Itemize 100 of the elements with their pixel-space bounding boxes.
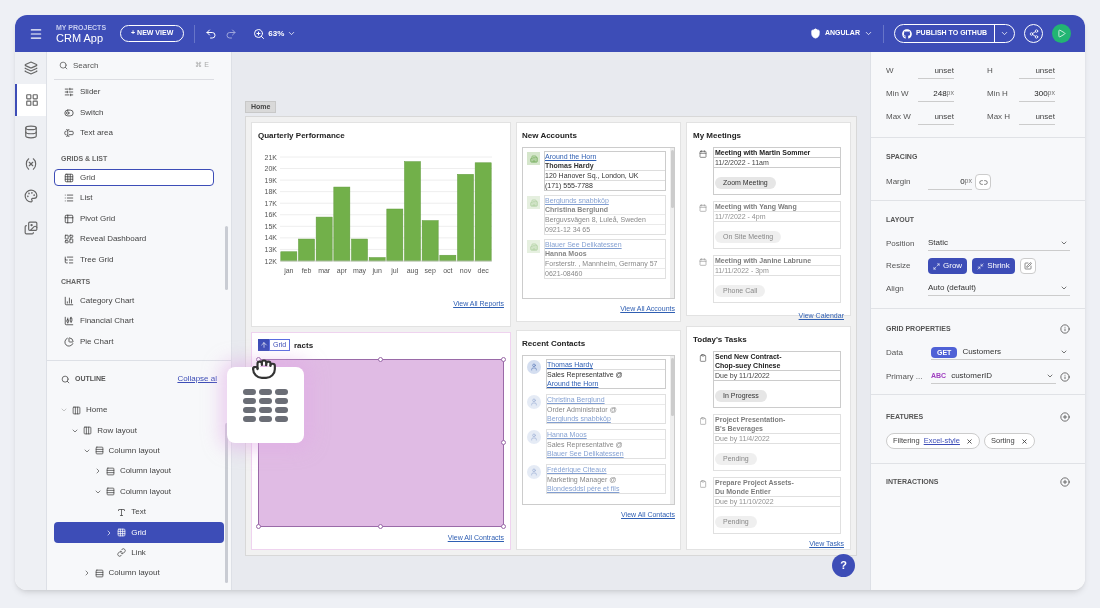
field-label: Position (886, 237, 916, 250)
github-icon (901, 28, 912, 39)
avatar (527, 395, 541, 409)
chevron-icon (1060, 284, 1068, 292)
collapse-all-link[interactable]: Collapse al (177, 373, 217, 385)
building-icon (527, 196, 540, 209)
card-title: Today's Tasks (693, 335, 748, 345)
position-select[interactable]: Static (928, 236, 1070, 251)
layout-icon (72, 405, 81, 415)
field-label: Primary ... (886, 370, 924, 383)
avatar (527, 360, 541, 374)
component-item[interactable]: Text area (54, 124, 214, 142)
menu-icon[interactable] (29, 26, 43, 41)
remove-icon[interactable] (1020, 437, 1028, 445)
shrink-button[interactable]: Shrink (972, 258, 1015, 274)
component-item[interactable]: List (54, 189, 214, 207)
building-icon (527, 152, 540, 165)
size-field[interactable]: unset (918, 109, 954, 125)
clipboard-icon (699, 354, 707, 362)
calendar-icon (699, 258, 707, 266)
field-label: H (987, 65, 994, 77)
zoom-dropdown[interactable]: 63% (253, 27, 297, 40)
component-icon (64, 128, 74, 139)
component-item[interactable]: Switch (54, 104, 214, 122)
outline-item[interactable]: Text (54, 501, 224, 523)
outline-item[interactable]: Column layout (54, 440, 224, 462)
outline-item[interactable]: Home (54, 400, 224, 421)
zoom-icon (253, 27, 266, 40)
edit-button[interactable] (1019, 258, 1036, 274)
chevron-icon (1046, 372, 1054, 380)
resize-handle[interactable] (501, 524, 506, 529)
layout-icon (94, 568, 104, 578)
component-icon (64, 107, 74, 118)
share-icon (1028, 28, 1039, 39)
shield-icon (809, 28, 821, 39)
field-label: Min H (987, 88, 1009, 100)
component-icon (64, 316, 74, 327)
card-title: New Accounts (522, 131, 578, 141)
component-item[interactable]: Reveal Dashboard (54, 230, 214, 248)
component-item[interactable]: Grid (54, 169, 214, 187)
run-button[interactable] (1052, 24, 1071, 43)
outline-item[interactable]: Link (54, 542, 224, 564)
avatar (527, 430, 541, 444)
component-item[interactable]: Tree Grid (54, 251, 214, 269)
component-item[interactable]: Pivot Grid (54, 210, 214, 228)
grid-icon (243, 388, 288, 422)
card-title: My Meetings (693, 131, 742, 141)
remove-icon[interactable] (965, 437, 973, 445)
component-icon (64, 234, 74, 245)
outline-item[interactable]: Column layout (54, 481, 224, 502)
add-icon[interactable] (1060, 412, 1070, 422)
info-icon[interactable] (1060, 324, 1070, 334)
info-icon[interactable] (1060, 371, 1070, 382)
add-icon[interactable] (1060, 477, 1070, 487)
resize-handle[interactable] (378, 357, 383, 362)
component-item[interactable]: Category Chart (54, 292, 214, 310)
size-field[interactable]: unset (1019, 63, 1055, 79)
text-icon (117, 507, 127, 517)
component-item[interactable]: Pie Chart (54, 333, 214, 351)
calendar-icon (699, 150, 707, 158)
database-icon (23, 125, 38, 139)
outline-item[interactable]: Column layout (54, 563, 224, 584)
resize-handle[interactable] (501, 357, 506, 362)
search-icon[interactable] (61, 374, 70, 384)
card-title: Recent Contacts (522, 339, 587, 349)
resize-handle[interactable] (378, 524, 383, 529)
grow-button[interactable]: Grow (928, 258, 968, 274)
palette-icon (23, 189, 38, 203)
image-icon (23, 221, 38, 235)
arrow-up-icon[interactable] (258, 339, 269, 351)
component-item[interactable]: Financial Chart (54, 312, 214, 330)
card-title: Quarterly Performance (258, 131, 346, 141)
resize-handle[interactable] (501, 440, 506, 445)
undo-icon[interactable] (205, 27, 218, 40)
field-label: Data (886, 346, 904, 359)
field-label: Max W (886, 111, 912, 123)
chevron-icon (1060, 348, 1068, 356)
help-button[interactable]: ? (832, 554, 855, 577)
outline-item[interactable]: Grid (54, 522, 224, 543)
size-field[interactable]: unset (918, 63, 954, 79)
component-icon (64, 193, 74, 204)
chevron-icon[interactable] (1000, 29, 1009, 38)
component-item[interactable]: Slider (54, 83, 214, 101)
size-field[interactable]: unset (1019, 109, 1055, 125)
resize-handle[interactable] (256, 524, 261, 529)
scrollbar (225, 226, 228, 290)
unlink-button[interactable] (975, 174, 991, 190)
shrink-icon (977, 262, 985, 270)
grid-placeholder[interactable] (258, 359, 504, 527)
grid-icon (24, 93, 39, 107)
outline-item[interactable]: Row layout (54, 420, 224, 441)
layout-icon (105, 466, 115, 476)
field-label: W (886, 65, 895, 77)
clipboard-icon (699, 480, 707, 488)
field-label: Margin (886, 176, 912, 188)
align-select[interactable]: Auto (default) (928, 281, 1070, 296)
component-icon (64, 213, 74, 224)
clipboard-icon (699, 417, 707, 425)
outline-item[interactable]: Column layout (54, 461, 224, 482)
component-icon (64, 254, 74, 265)
